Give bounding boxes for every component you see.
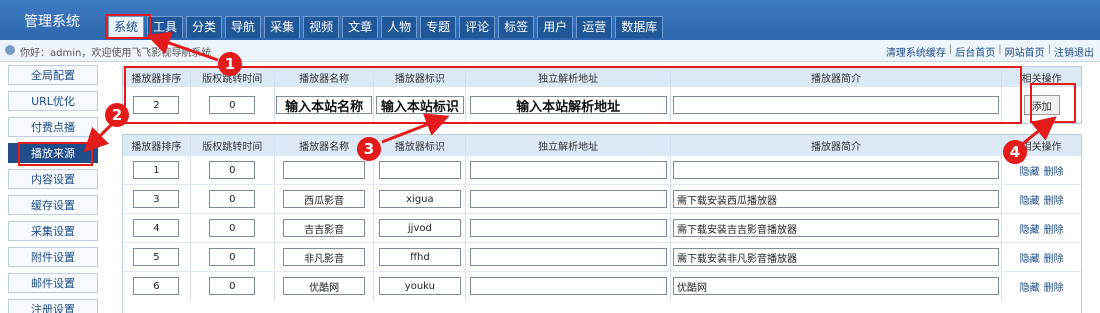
step-marker-4: 4 <box>1003 140 1027 164</box>
step-marker-3: 3 <box>357 137 381 161</box>
step-marker-1: 1 <box>218 52 242 76</box>
annotation-arrows <box>83 31 1057 153</box>
step-marker-2: 2 <box>105 103 129 127</box>
